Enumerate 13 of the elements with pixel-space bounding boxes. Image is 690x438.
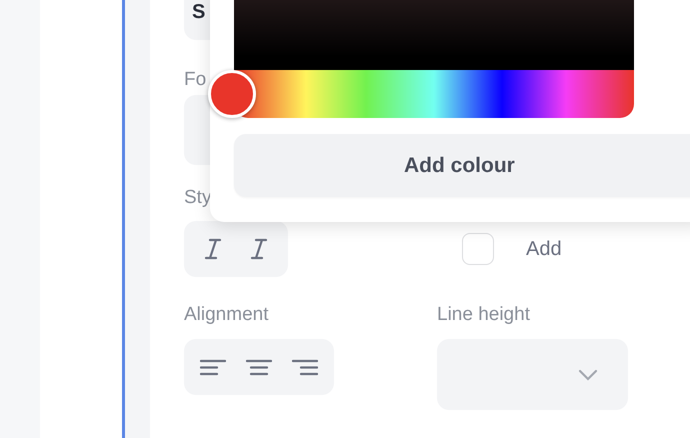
align-center-icon bbox=[246, 358, 272, 376]
field-label: Fo bbox=[184, 69, 206, 91]
add-colour-button[interactable]: Add colour bbox=[234, 134, 690, 197]
field-label: Sty bbox=[184, 187, 212, 209]
checkbox-label: Add bbox=[526, 238, 562, 260]
align-right-icon bbox=[292, 358, 318, 376]
checkbox[interactable] bbox=[462, 233, 494, 265]
chevron-down-icon bbox=[578, 368, 598, 380]
field-label: Alignment bbox=[184, 304, 270, 326]
hue-thumb[interactable] bbox=[208, 70, 256, 118]
field-label: Line height bbox=[437, 304, 531, 326]
hue-slider[interactable] bbox=[208, 70, 634, 118]
align-left-icon bbox=[200, 358, 226, 376]
